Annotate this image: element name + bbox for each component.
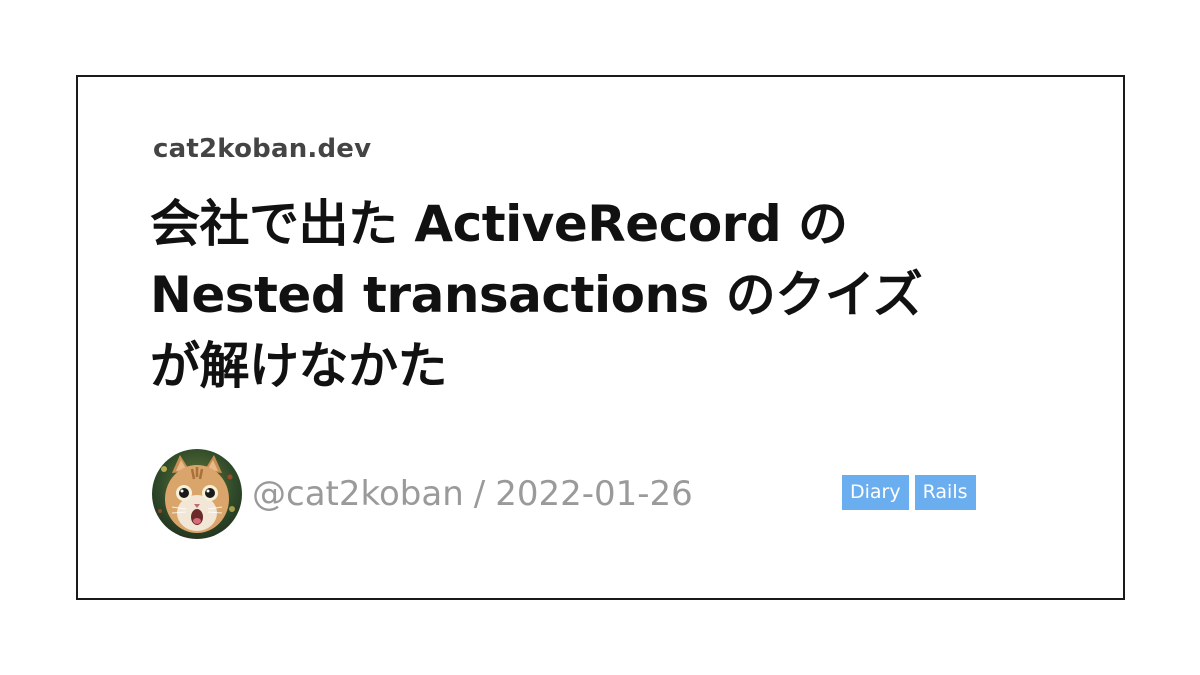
post-title: 会社で出た ActiveRecord の Nested transactions… bbox=[150, 189, 1050, 402]
author-link[interactable]: @cat2koban bbox=[252, 474, 464, 514]
post-title-line-3: が解けなかた bbox=[150, 337, 448, 395]
tag-rails[interactable]: Rails bbox=[914, 475, 976, 510]
byline-separator: / bbox=[473, 474, 486, 514]
tag-diary[interactable]: Diary bbox=[842, 475, 909, 510]
og-card: cat2koban.dev 会社で出た ActiveRecord の Neste… bbox=[76, 75, 1125, 600]
site-name[interactable]: cat2koban.dev bbox=[153, 134, 371, 164]
post-title-line-1: 会社で出た ActiveRecord の bbox=[150, 195, 848, 253]
cat-avatar-icon[interactable] bbox=[152, 449, 242, 539]
post-date: 2022-01-26 bbox=[495, 474, 693, 514]
byline: @cat2koban/2022-01-26 bbox=[252, 474, 693, 514]
post-title-line-2: Nested transactions のクイズ bbox=[150, 266, 923, 324]
post-meta: @cat2koban/2022-01-26 bbox=[152, 449, 693, 539]
avatar-image bbox=[152, 449, 242, 539]
tag-list: Diary Rails bbox=[842, 475, 976, 510]
